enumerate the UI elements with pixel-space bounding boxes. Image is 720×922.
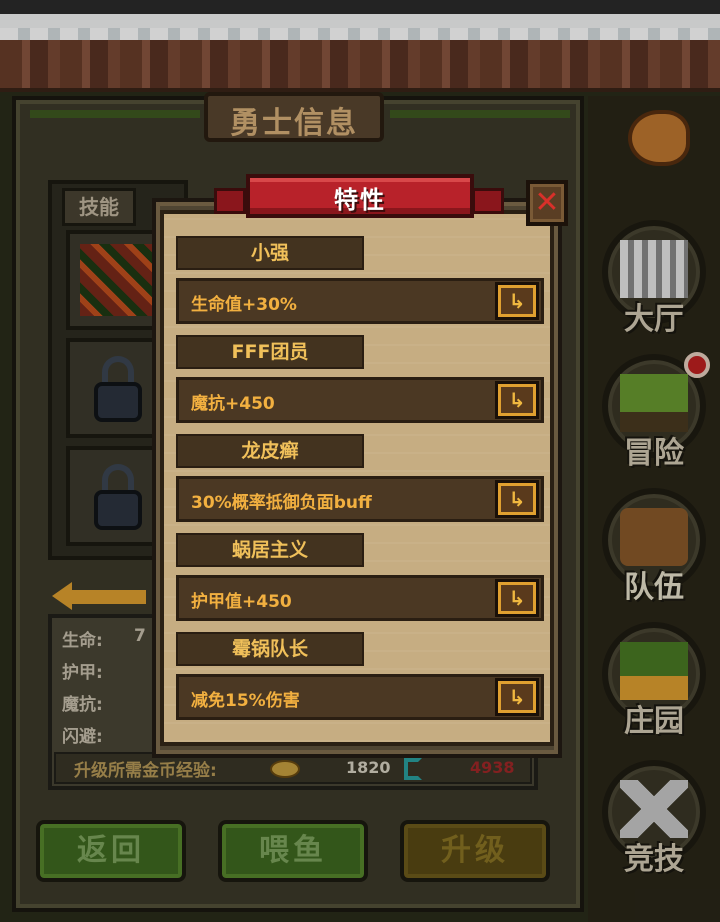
- traits-modal-title: 特性: [334, 186, 386, 214]
- trait-name: 龙皮癣: [176, 434, 364, 468]
- swap-icon: ↳: [508, 685, 526, 709]
- trait-name: 小强: [176, 236, 364, 270]
- trait-description: 生命值+30%: [191, 295, 297, 315]
- swap-icon: ↳: [508, 388, 526, 412]
- trait-description: 护甲值+450: [191, 592, 292, 612]
- trait-row: 护甲值+450 ↳: [176, 575, 544, 621]
- trait-description: 减免15%伤害: [191, 691, 300, 711]
- swap-icon: ↳: [508, 289, 526, 313]
- trait-row: 魔抗+450 ↳: [176, 377, 544, 423]
- trait-description: 30%概率抵御负面buff: [191, 493, 372, 513]
- close-icon: ✕: [534, 185, 560, 220]
- swap-icon: ↳: [508, 586, 526, 610]
- trait-row: 减免15%伤害 ↳: [176, 674, 544, 720]
- trait-change-button[interactable]: ↳: [495, 579, 539, 617]
- trait-change-button[interactable]: ↳: [495, 282, 539, 320]
- trait-change-button[interactable]: ↳: [495, 480, 539, 518]
- trait-name: 蜗居主义: [176, 533, 364, 567]
- trait-row: 生命值+30% ↳: [176, 278, 544, 324]
- trait-name: 霉锅队长: [176, 632, 364, 666]
- ribbon-tail-right: [472, 188, 504, 214]
- ribbon-tail-left: [214, 188, 246, 214]
- trait-row: 30%概率抵御负面buff ↳: [176, 476, 544, 522]
- trait-change-button[interactable]: ↳: [495, 381, 539, 419]
- trait-description: 魔抗+450: [191, 394, 275, 414]
- trait-name: FFF团员: [176, 335, 364, 369]
- close-button[interactable]: ✕: [526, 180, 568, 226]
- swap-icon: ↳: [508, 487, 526, 511]
- trait-change-button[interactable]: ↳: [495, 678, 539, 716]
